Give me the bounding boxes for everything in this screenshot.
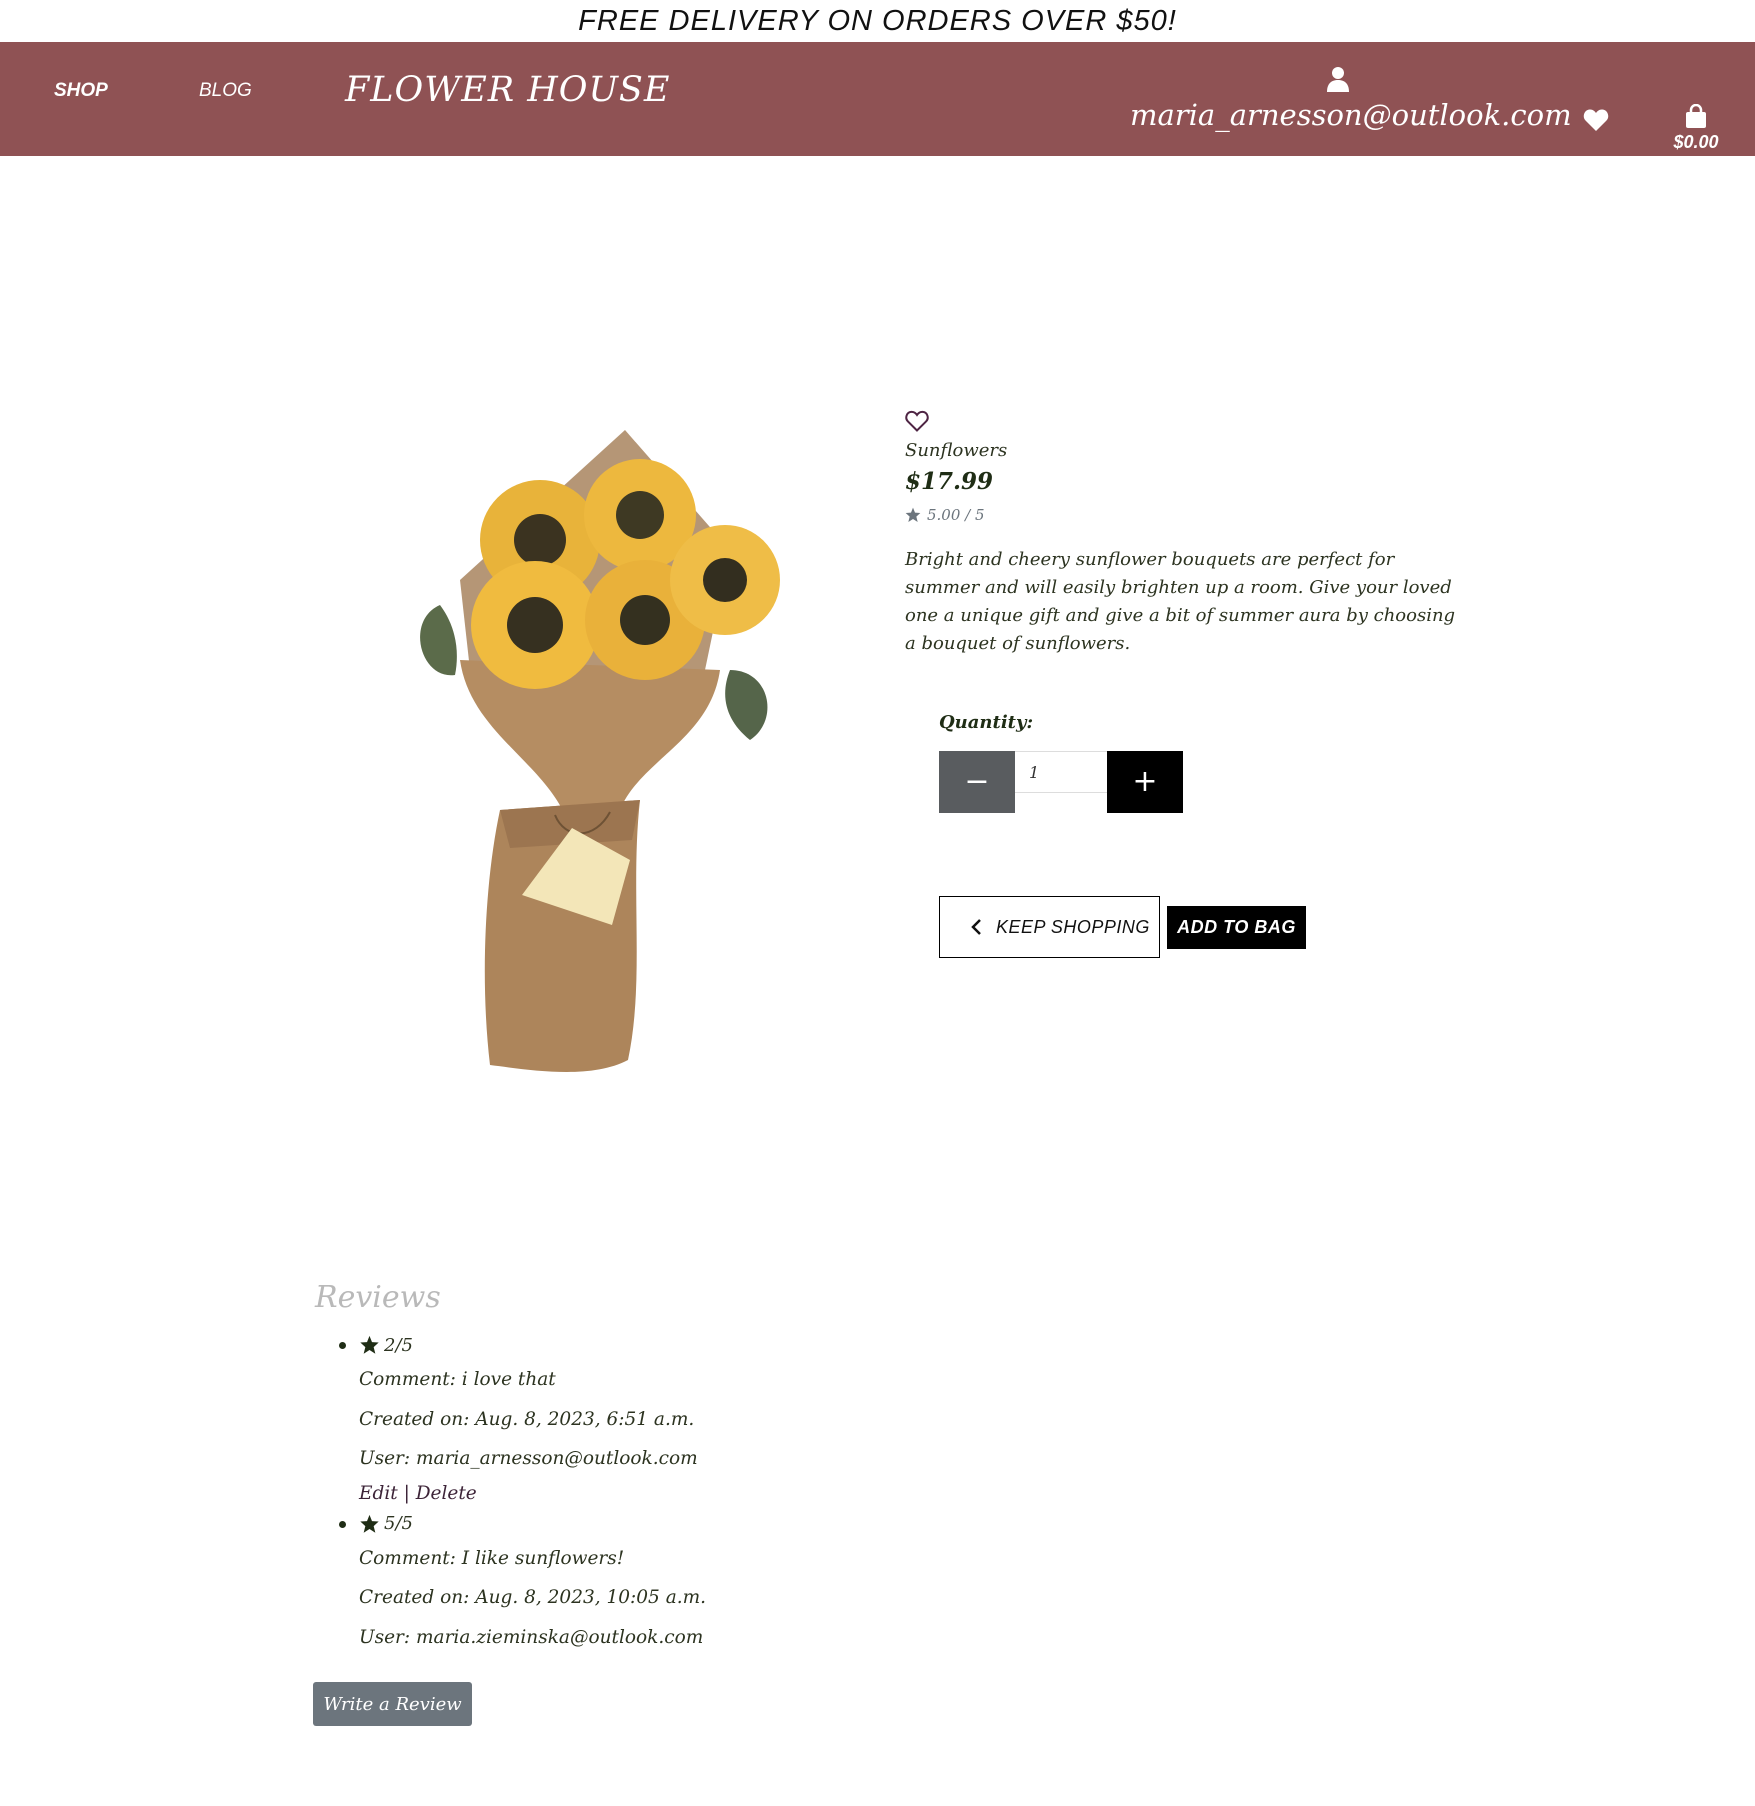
user-icon [1327, 67, 1349, 92]
write-review-button[interactable]: Write a Review [313, 1682, 472, 1726]
add-to-bag-button[interactable]: ADD TO BAG [1167, 906, 1306, 949]
reviews-heading: Reviews [315, 1280, 441, 1315]
product-description: Bright and cheery sunflower bouquets are… [905, 549, 1456, 654]
quantity-input[interactable] [1015, 751, 1107, 793]
add-to-wishlist-heart-icon[interactable] [905, 410, 929, 432]
chevron-left-icon [971, 919, 981, 935]
list-bullet [339, 1520, 346, 1528]
bag-total: $0.00 [1673, 132, 1719, 152]
review-created: Created on: Aug. 8, 2023, 10:05 a.m. [359, 1587, 707, 1608]
delete-review-link[interactable]: Delete [416, 1483, 477, 1504]
review-comment: Comment: i love that [359, 1369, 556, 1390]
product-rating: 5.00 / 5 [905, 506, 985, 524]
brand-logo[interactable]: FLOWER HOUSE [345, 70, 670, 110]
shopping-bag[interactable]: $0.00 [1660, 102, 1732, 158]
star-icon [360, 1514, 379, 1533]
product-rating-text: 5.00 / 5 [927, 506, 985, 524]
keep-shopping-button[interactable]: KEEP SHOPPING [939, 896, 1160, 958]
nav-blog-link[interactable]: BLOG [199, 80, 252, 102]
list-bullet [339, 1342, 346, 1349]
keep-shopping-label: KEEP SHOPPING [996, 916, 1150, 937]
heart-icon[interactable] [1583, 108, 1609, 132]
review-item: 5/5 Comment: I like sunflowers! Created … [315, 1509, 1015, 1658]
increment-quantity-button[interactable]: + [1107, 751, 1183, 813]
review-rating: 2/5 [359, 1330, 1015, 1360]
shopping-bag-icon [1686, 104, 1706, 128]
promo-banner-text: FREE DELIVERY ON ORDERS OVER $50! [578, 4, 1177, 37]
review-rating-text: 5/5 [384, 1513, 413, 1534]
quantity-label: Quantity: [939, 712, 1034, 733]
star-icon [360, 1335, 379, 1354]
review-actions: Edit | Delete [359, 1479, 1015, 1509]
review-list: 2/5 Comment: i love that Created on: Aug… [315, 1330, 1015, 1657]
review-user: User: maria_arnesson@outlook.com [359, 1448, 698, 1469]
action-separator: | [403, 1482, 410, 1504]
edit-review-link[interactable]: Edit [359, 1483, 398, 1504]
review-comment: Comment: I like sunflowers! [359, 1547, 625, 1569]
review-created: Created on: Aug. 8, 2023, 6:51 a.m. [359, 1408, 695, 1430]
review-rating: 5/5 [359, 1509, 1015, 1539]
star-icon [905, 507, 921, 522]
nav-shop-link[interactable]: SHOP [54, 80, 108, 102]
review-user: User: maria.zieminska@outlook.com [359, 1626, 704, 1648]
account-menu[interactable]: maria_arnesson@outlook.com [1130, 60, 1572, 140]
product-image [420, 430, 780, 1072]
product-name: Sunflowers [905, 440, 1008, 461]
review-rating-text: 2/5 [384, 1334, 413, 1356]
product-price: $17.99 [905, 468, 994, 495]
promo-banner: FREE DELIVERY ON ORDERS OVER $50! [0, 0, 1755, 42]
review-item: 2/5 Comment: i love that Created on: Aug… [315, 1330, 1015, 1509]
main-navbar: SHOP BLOG FLOWER HOUSE maria_arnesson@ou… [0, 42, 1755, 156]
decrement-quantity-button[interactable]: − [939, 751, 1015, 813]
account-email: maria_arnesson@outlook.com [1130, 98, 1572, 132]
